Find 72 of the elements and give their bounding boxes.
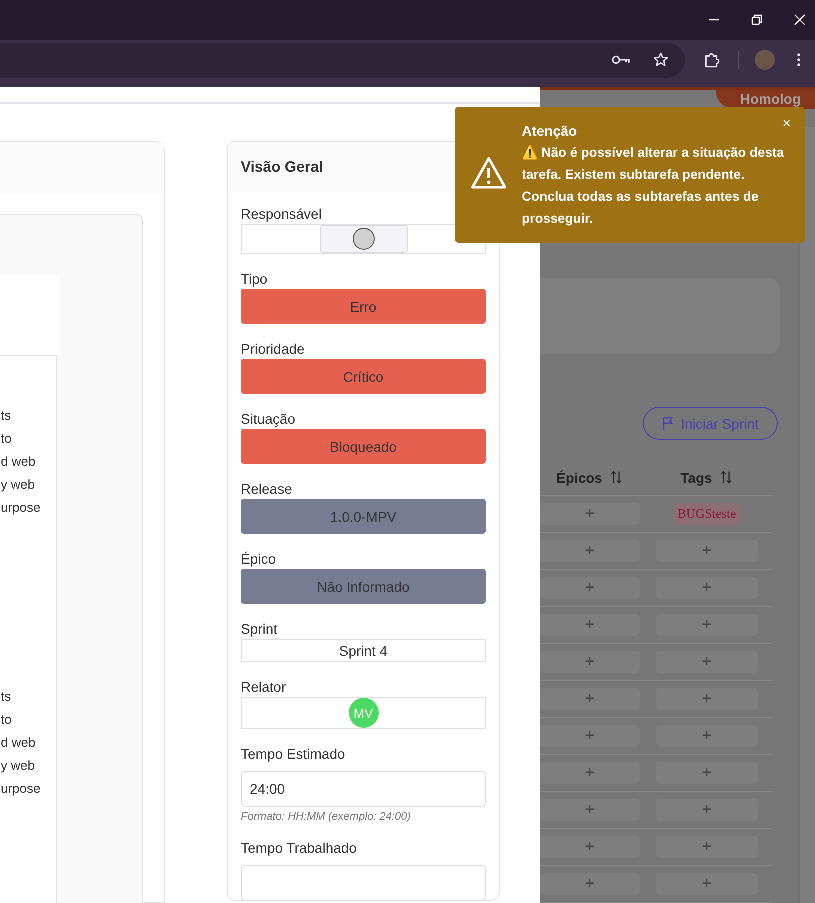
status-select[interactable]: Bloqueado [241,429,486,464]
avatar-select[interactable]: MV [241,697,486,729]
toast-message: ⚠ Não é possível alterar a situação desta tarefa. Existem subtarefa pendente. Conclua todas as subtarefas antes de prosseguir. [522,145,784,226]
description-text: to [0,430,13,448]
field-label: Tipo [241,270,269,288]
field-label: Responsável [241,205,323,223]
add-epic-button[interactable]: + [540,614,640,636]
field-label: Épico [241,550,278,568]
add-tag-button[interactable]: + [656,651,758,673]
field-label: Tempo Estimado [241,745,346,763]
description-text: ts [0,407,12,425]
add-epic-button[interactable]: + [540,873,640,895]
add-epic-button[interactable]: + [540,836,640,858]
column-header[interactable]: Tags [680,470,712,486]
format-hint: Formato: HH:MM (exemplo: 24:00) [241,811,412,823]
status-select[interactable]: Crítico [241,359,486,394]
add-epic-button[interactable]: + [540,651,640,673]
star-icon[interactable] [653,52,669,68]
close-icon[interactable] [794,14,806,26]
sort-icon[interactable] [720,471,734,484]
add-tag-button[interactable]: + [656,836,758,858]
status-select[interactable]: Erro [241,289,486,324]
description-text: d web [0,453,37,471]
add-tag-button[interactable]: + [656,725,758,747]
add-tag-button[interactable]: + [656,873,758,895]
add-tag-button[interactable]: + [656,762,758,784]
flag-icon [662,416,676,431]
description-text: ts [0,688,12,706]
field-label: Tempo Trabalhado [241,839,358,857]
field-label: Release [241,480,294,498]
description-text: urpose [0,780,42,798]
scrollbar[interactable] [798,127,815,903]
start-sprint-button[interactable]: Iniciar Sprint [643,407,778,440]
add-tag-button[interactable]: + [656,577,758,599]
toast-title: Atenção [522,122,578,141]
description-text: y web [0,757,36,775]
description-text: urpose [0,499,42,517]
add-epic-button[interactable]: + [540,503,640,525]
field-label: Situação [241,410,296,428]
description-text: y web [0,476,36,494]
environment-badge: Homolog [716,90,815,109]
sort-icon[interactable] [610,471,624,484]
column-header[interactable]: Épicos [556,470,602,486]
add-epic-button[interactable]: + [540,540,640,562]
tag-label: BUGSteste [674,503,740,525]
key-icon[interactable] [612,54,631,66]
time-input[interactable]: 24:00 [241,771,486,807]
description-text: to [0,711,13,729]
avatar-initials: MV [348,698,378,728]
card-title: Visão Geral [241,158,324,176]
add-epic-button[interactable]: + [540,762,640,784]
add-tag-button[interactable]: + [656,614,758,636]
add-tag-button[interactable]: + [656,540,758,562]
time-input[interactable] [241,865,486,901]
description-text: d web [0,734,37,752]
menu-icon[interactable] [797,53,801,67]
add-tag-button[interactable]: + [656,799,758,821]
add-epic-button[interactable]: + [540,577,640,599]
add-epic-button[interactable]: + [540,799,640,821]
add-tag-button[interactable]: + [656,688,758,710]
status-select[interactable]: 1.0.0-MPV [241,499,486,534]
close-button[interactable]: × [782,115,791,131]
status-select[interactable]: Não Informado [241,569,486,604]
field-label: Relator [241,678,288,696]
puzzle-icon[interactable] [703,52,720,68]
field-label: Sprint [241,620,279,638]
field-label: Prioridade [241,340,306,358]
warning-icon [471,156,507,190]
restore-icon[interactable] [751,14,763,26]
add-epic-button[interactable]: + [540,725,640,747]
add-epic-button[interactable]: + [540,688,640,710]
sprint-select[interactable]: Sprint 4 [241,639,486,662]
